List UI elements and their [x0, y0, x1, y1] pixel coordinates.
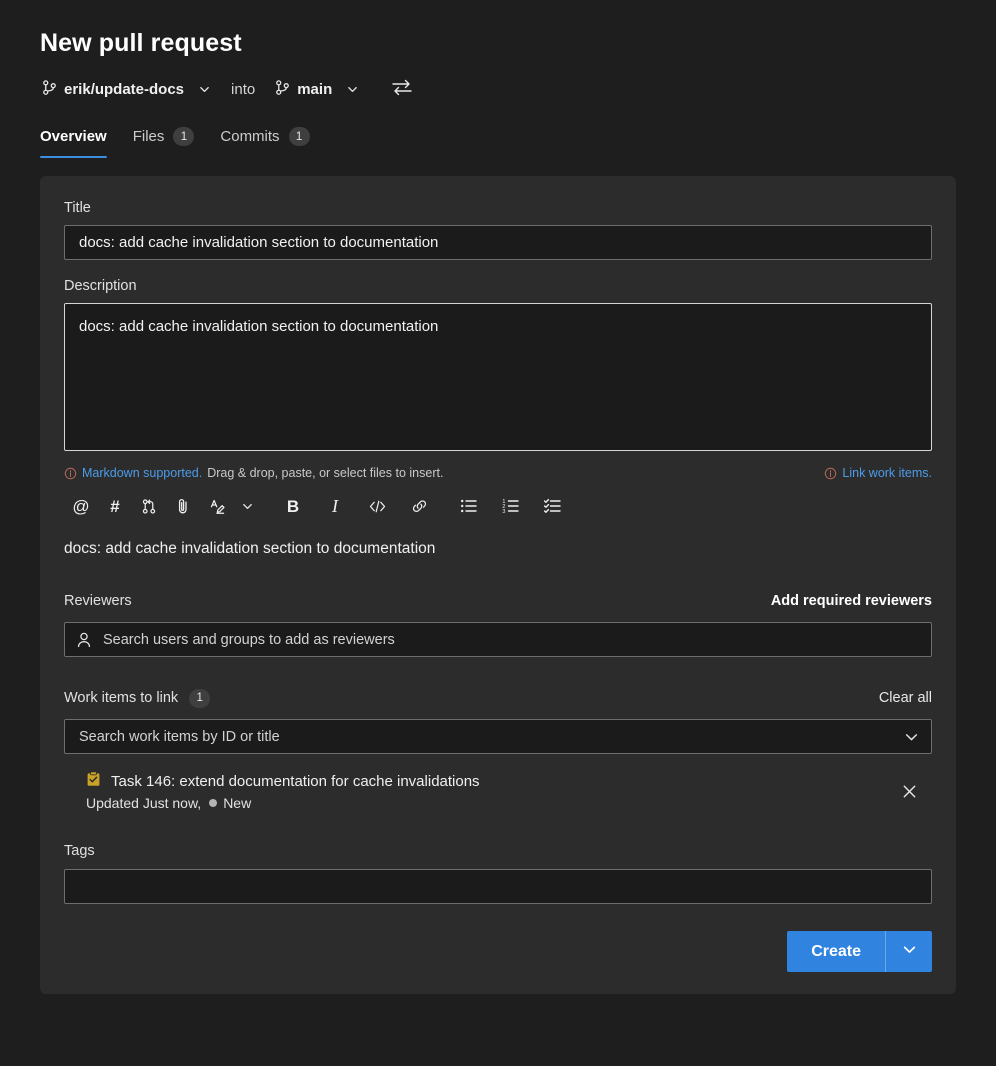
- create-dropdown-button[interactable]: [886, 931, 932, 972]
- create-split-button: Create: [787, 931, 932, 972]
- linked-work-item-row: Task 146: extend documentation for cache…: [64, 771, 932, 813]
- work-items-search-input[interactable]: [64, 719, 932, 754]
- description-preview: docs: add cache invalidation section to …: [64, 540, 436, 557]
- branch-selector-row: erik/update-docs into main: [40, 76, 996, 102]
- state-dot-icon: [209, 799, 218, 807]
- highlight-icon[interactable]: [200, 492, 234, 520]
- target-branch-selector[interactable]: main: [273, 77, 361, 102]
- tags-input[interactable]: [64, 869, 932, 904]
- mention-glyph: @: [72, 496, 90, 516]
- chevron-down-icon: [902, 942, 917, 962]
- svg-text:3: 3: [502, 509, 505, 514]
- bulleted-list-icon[interactable]: [452, 492, 486, 520]
- numbered-list-icon[interactable]: 1 2 3: [494, 492, 528, 520]
- hash-glyph: #: [110, 496, 120, 516]
- work-items-header-left: Work items to link 1: [64, 688, 211, 708]
- linked-work-item-title[interactable]: Task 146: extend documentation for cache…: [111, 773, 480, 790]
- linked-work-item-title-line: Task 146: extend documentation for cache…: [86, 771, 480, 792]
- tab-files-label: Files: [132, 128, 165, 145]
- bold-icon[interactable]: B: [276, 492, 310, 520]
- tab-files[interactable]: Files 1: [133, 124, 195, 158]
- pull-request-tabs: Overview Files 1 Commits 1: [40, 124, 996, 158]
- work-items-header-row: Work items to link 1 Clear all: [64, 687, 932, 709]
- chevron-down-icon[interactable]: [904, 729, 919, 744]
- person-icon: [76, 631, 92, 648]
- info-icon: [824, 467, 837, 480]
- target-branch-label: main: [297, 80, 333, 98]
- git-branch-icon: [275, 79, 290, 100]
- create-button[interactable]: Create: [787, 931, 885, 972]
- checklist-icon[interactable]: [536, 492, 570, 520]
- highlight-chevron-down-icon[interactable]: [234, 492, 260, 520]
- clear-all-button[interactable]: Clear all: [879, 690, 932, 706]
- markdown-hint-text: Drag & drop, paste, or select files to i…: [207, 466, 444, 480]
- new-pull-request-page: New pull request erik/update-docs into m…: [0, 0, 996, 1066]
- page-title: New pull request: [40, 29, 242, 57]
- reviewers-header-left: Reviewers: [64, 593, 132, 609]
- title-label: Title: [64, 200, 91, 216]
- link-icon[interactable]: [402, 492, 436, 520]
- hash-icon[interactable]: #: [98, 492, 132, 520]
- description-label: Description: [64, 278, 137, 294]
- tab-files-badge: 1: [173, 127, 195, 146]
- add-required-reviewers-button[interactable]: Add required reviewers: [771, 593, 932, 609]
- markdown-hint-left: Markdown supported. Drag & drop, paste, …: [64, 466, 443, 480]
- work-items-count-badge: 1: [189, 688, 211, 708]
- markdown-toolbar: @ # B I 1 2 3: [64, 491, 932, 521]
- link-work-items-label: Link work items.: [842, 466, 932, 480]
- italic-glyph: I: [332, 496, 338, 516]
- pull-request-form-card: Title Description docs: add cache invali…: [40, 176, 956, 994]
- reviewers-search-input[interactable]: [64, 622, 932, 657]
- work-items-search-wrap: [64, 719, 932, 754]
- description-textarea[interactable]: docs: add cache invalidation section to …: [64, 303, 932, 451]
- markdown-hint-row: Markdown supported. Drag & drop, paste, …: [64, 464, 932, 482]
- linked-work-item-state: New: [223, 795, 252, 811]
- tab-commits-label: Commits: [220, 128, 280, 145]
- remove-work-item-button[interactable]: [893, 775, 926, 813]
- link-work-items-link[interactable]: Link work items.: [824, 466, 932, 480]
- chevron-down-icon: [346, 83, 359, 96]
- form-actions: Create: [64, 931, 932, 972]
- title-input[interactable]: [64, 225, 932, 260]
- mention-icon[interactable]: @: [64, 492, 98, 520]
- pull-request-icon[interactable]: [132, 492, 166, 520]
- linked-work-item-meta: Updated Just now, New: [86, 795, 480, 811]
- task-icon: [86, 771, 101, 792]
- linked-work-item-main: Task 146: extend documentation for cache…: [86, 771, 480, 811]
- tab-commits-badge: 1: [288, 127, 310, 146]
- source-branch-selector[interactable]: erik/update-docs: [40, 77, 213, 102]
- close-icon: [901, 783, 918, 805]
- bold-glyph: B: [286, 496, 300, 516]
- tags-label: Tags: [64, 843, 95, 859]
- reviewers-label: Reviewers: [64, 593, 132, 609]
- source-branch-label: erik/update-docs: [64, 80, 185, 98]
- into-label: into: [231, 80, 256, 98]
- tab-overview-label: Overview: [40, 128, 107, 145]
- code-icon[interactable]: [360, 492, 394, 520]
- linked-work-item-updated: Updated Just now,: [86, 795, 202, 811]
- chevron-down-icon: [198, 83, 211, 96]
- tab-commits[interactable]: Commits 1: [220, 124, 310, 158]
- swap-branches-button[interactable]: [391, 77, 413, 102]
- swap-branches-icon: [391, 77, 413, 102]
- markdown-supported-link[interactable]: Markdown supported.: [82, 466, 202, 480]
- italic-icon[interactable]: I: [318, 492, 352, 520]
- git-branch-icon: [42, 79, 57, 100]
- reviewers-search-wrap: [64, 622, 932, 657]
- reviewers-header-row: Reviewers Add required reviewers: [64, 590, 932, 612]
- work-items-label: Work items to link: [64, 690, 179, 706]
- attachment-icon[interactable]: [166, 492, 200, 520]
- tab-overview[interactable]: Overview: [40, 124, 107, 158]
- info-icon: [64, 467, 77, 480]
